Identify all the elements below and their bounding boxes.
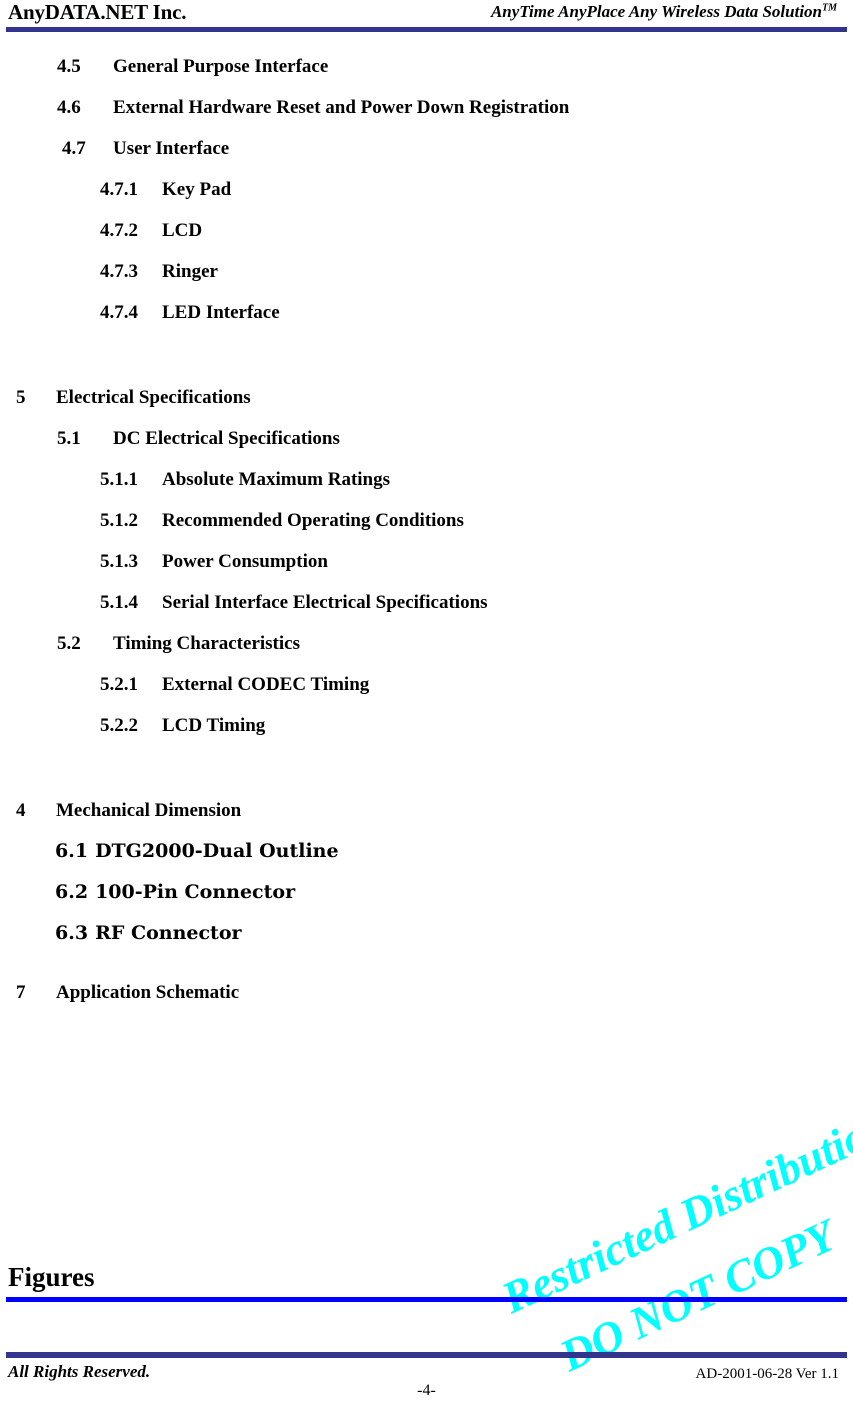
toc-entry[interactable]: 5.2.1 External CODEC Timing [0,664,853,705]
toc-entry-label: Absolute Maximum Ratings [162,469,391,490]
toc-entry-number: 4 [16,800,26,821]
toc-entry-number: 5.1.2 [100,510,138,531]
toc-entry[interactable]: 4.7.3 Ringer [0,251,853,292]
toc-entry-number: 4.7.4 [100,302,138,323]
toc-spacer [0,954,853,972]
toc-entry-label: 100-Pin Connector [95,881,296,903]
footer-page-number: -4- [417,1382,436,1399]
toc-entry[interactable]: 5.1.3 Power Consumption [0,541,853,582]
toc-entry[interactable]: 4 Mechanical Dimension [0,790,853,831]
toc-entry-number: 5.1.3 [100,551,138,572]
watermark: Restricted Distribution DO NOT COPY [494,1040,853,1381]
footer-document-version: AD-2001-06-28 Ver 1.1 [695,1366,839,1382]
toc-entry-label: General Purpose Interface [113,56,329,77]
toc-entry-number: 4.7.2 [100,220,138,241]
header-tagline-text: AnyTime AnyPlace Any Wireless Data Solut… [490,2,822,21]
header-company-name: AnyDATA.NET Inc. [8,0,187,24]
toc-entry-number: 7 [16,982,26,1003]
footer-divider-rule [6,1352,847,1358]
toc-entry-label: Key Pad [162,179,232,200]
header-divider-rule [6,27,847,32]
toc-entry-number: 5.1.1 [100,469,138,490]
toc-entry-number: 5.1.4 [100,592,138,613]
toc-entry-label: External CODEC Timing [162,674,370,695]
toc-spacer [0,746,853,790]
header-tagline: AnyTime AnyPlace Any Wireless Data Solut… [491,2,837,22]
toc-entry-label: Power Consumption [162,551,328,572]
toc-entry[interactable]: 5.2.2 LCD Timing [0,705,853,746]
toc-entry-label: DC Electrical Specifications [113,428,340,449]
toc-entry[interactable]: 4.7.4 LED Interface [0,292,853,333]
table-of-contents: 4.5 General Purpose Interface 4.6 Extern… [0,46,853,1013]
toc-entry-label: Recommended Operating Conditions [162,510,464,531]
toc-entry-label: Mechanical Dimension [56,800,242,821]
toc-entry-number: 5.1 [57,428,81,449]
toc-entry-label: User Interface [113,138,230,159]
toc-entry[interactable]: 5.1.1 Absolute Maximum Ratings [0,459,853,500]
toc-entry[interactable]: 4.5 General Purpose Interface [0,46,853,87]
toc-spacer [0,333,853,377]
toc-entry-number: 5.2.1 [100,674,138,695]
toc-entry[interactable]: 5.1 DC Electrical Specifications [0,418,853,459]
toc-entry-number: 6.3 [55,922,89,944]
toc-entry-label: Ringer [162,261,218,282]
toc-entry[interactable]: 4.7.1 Key Pad [0,169,853,210]
toc-entry[interactable]: 6.2 100-Pin Connector [0,872,853,913]
toc-entry-label: LED Interface [162,302,280,323]
trademark-symbol: TM [822,2,837,14]
toc-entry[interactable]: 4.6 External Hardware Reset and Power Do… [0,87,853,128]
toc-entry-number: 5 [16,387,26,408]
toc-entry-label: Application Schematic [56,982,240,1003]
toc-entry-label: DTG2000-Dual Outline [95,840,339,862]
toc-entry[interactable]: 5.1.2 Recommended Operating Conditions [0,500,853,541]
toc-entry[interactable]: 4.7.2 LCD [0,210,853,251]
watermark-line-restricted-distribution: Restricted Distribution [494,1099,853,1324]
toc-entry-label: External Hardware Reset and Power Down R… [113,97,570,118]
footer-rights-text: All Rights Reserved. [8,1362,151,1381]
toc-entry[interactable]: 7 Application Schematic [0,972,853,1013]
toc-entry-number: 4.7.3 [100,261,138,282]
toc-entry-number: 4.6 [57,97,81,118]
toc-entry-number: 6.2 [55,881,89,903]
figures-divider-rule [6,1297,847,1302]
toc-entry[interactable]: 6.1 DTG2000-Dual Outline [0,831,853,872]
toc-entry-number: 6.1 [55,840,89,862]
toc-entry-number: 4.7 [62,138,86,159]
toc-entry-label: Serial Interface Electrical Specificatio… [162,592,488,613]
toc-entry-number: 5.2 [57,633,81,654]
toc-entry-number: 4.7.1 [100,179,138,200]
toc-entry[interactable]: 5 Electrical Specifications [0,377,853,418]
toc-entry[interactable]: 4.7 User Interface [0,128,853,169]
toc-entry-label: LCD [162,220,203,241]
toc-entry[interactable]: 6.3 RF Connector [0,913,853,954]
toc-entry-number: 4.5 [57,56,81,77]
toc-entry[interactable]: 5.2 Timing Characteristics [0,623,853,664]
toc-entry-label: Electrical Specifications [56,387,251,408]
toc-entry[interactable]: 5.1.4 Serial Interface Electrical Specif… [0,582,853,623]
toc-entry-label: RF Connector [95,922,242,944]
toc-entry-label: Timing Characteristics [113,633,300,654]
figures-heading: Figures [8,1262,95,1292]
toc-entry-number: 5.2.2 [100,715,138,736]
toc-entry-label: LCD Timing [162,715,266,736]
